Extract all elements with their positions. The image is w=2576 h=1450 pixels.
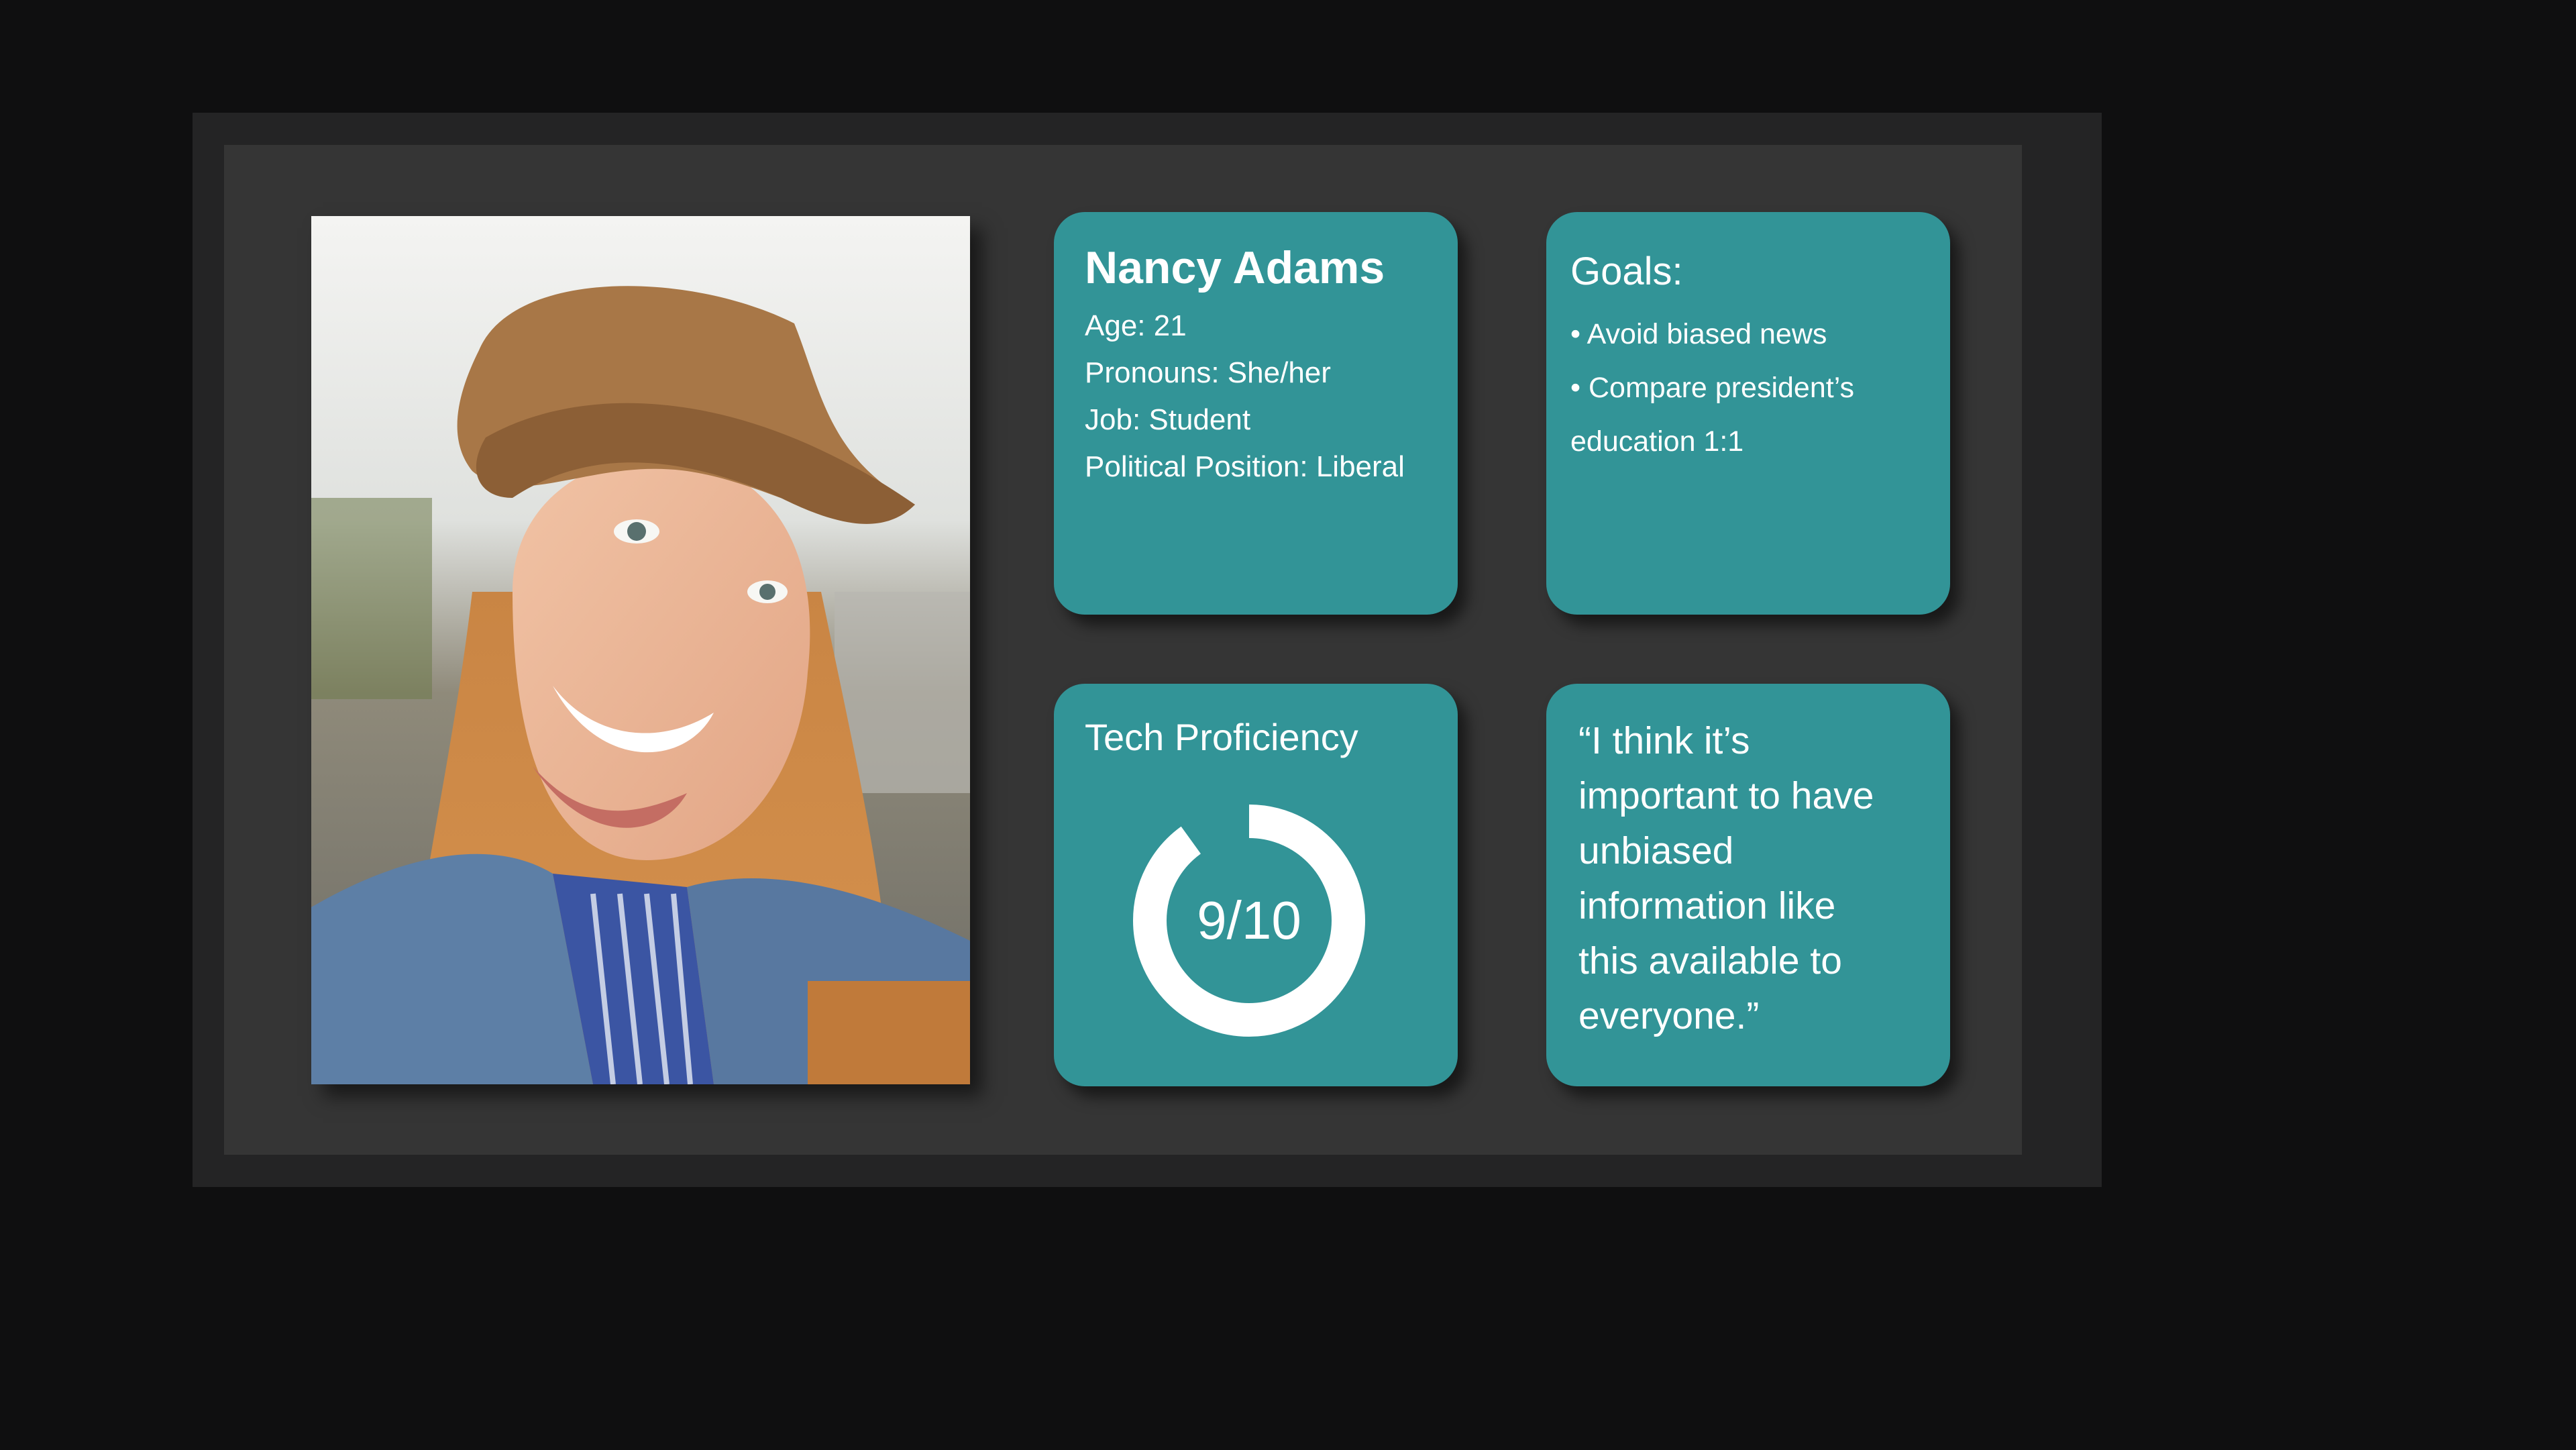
goals-title: Goals: [1570, 250, 1683, 293]
tech-proficiency-card: Tech Proficiency 9/10 [1054, 684, 1458, 1086]
quote-line: important to have [1578, 774, 1874, 817]
fact-political-position: Political Position: Liberal [1085, 450, 1405, 483]
proficiency-score: 9/10 [1197, 890, 1301, 950]
quote-line: everyone.” [1578, 994, 1760, 1037]
tech-title: Tech Proficiency [1085, 716, 1358, 758]
quote-card: “I think it’s important to have unbiased… [1546, 684, 1950, 1086]
fact-age: Age: 21 [1085, 309, 1187, 342]
persona-name: Nancy Adams [1085, 242, 1385, 293]
goals-card: Goals: • Avoid biased news • Compare pre… [1546, 212, 1950, 615]
goal-item: • Avoid biased news [1570, 317, 1827, 350]
fact-pronouns: Pronouns: She/her [1085, 356, 1331, 389]
fact-job: Job: Student [1085, 403, 1251, 436]
profile-card: Nancy Adams Age: 21 Pronouns: She/her Jo… [1054, 212, 1458, 615]
quote-line: information like [1578, 884, 1836, 927]
quote-line: unbiased [1578, 829, 1734, 872]
goal-item: • Compare president’s [1570, 371, 1854, 404]
goal-item: education 1:1 [1570, 425, 1744, 458]
quote-line: this available to [1578, 939, 1842, 982]
proficiency-ring: 9/10 [1132, 803, 1366, 1038]
quote-line: “I think it’s [1578, 719, 1750, 762]
portrait-photo [311, 216, 970, 1084]
